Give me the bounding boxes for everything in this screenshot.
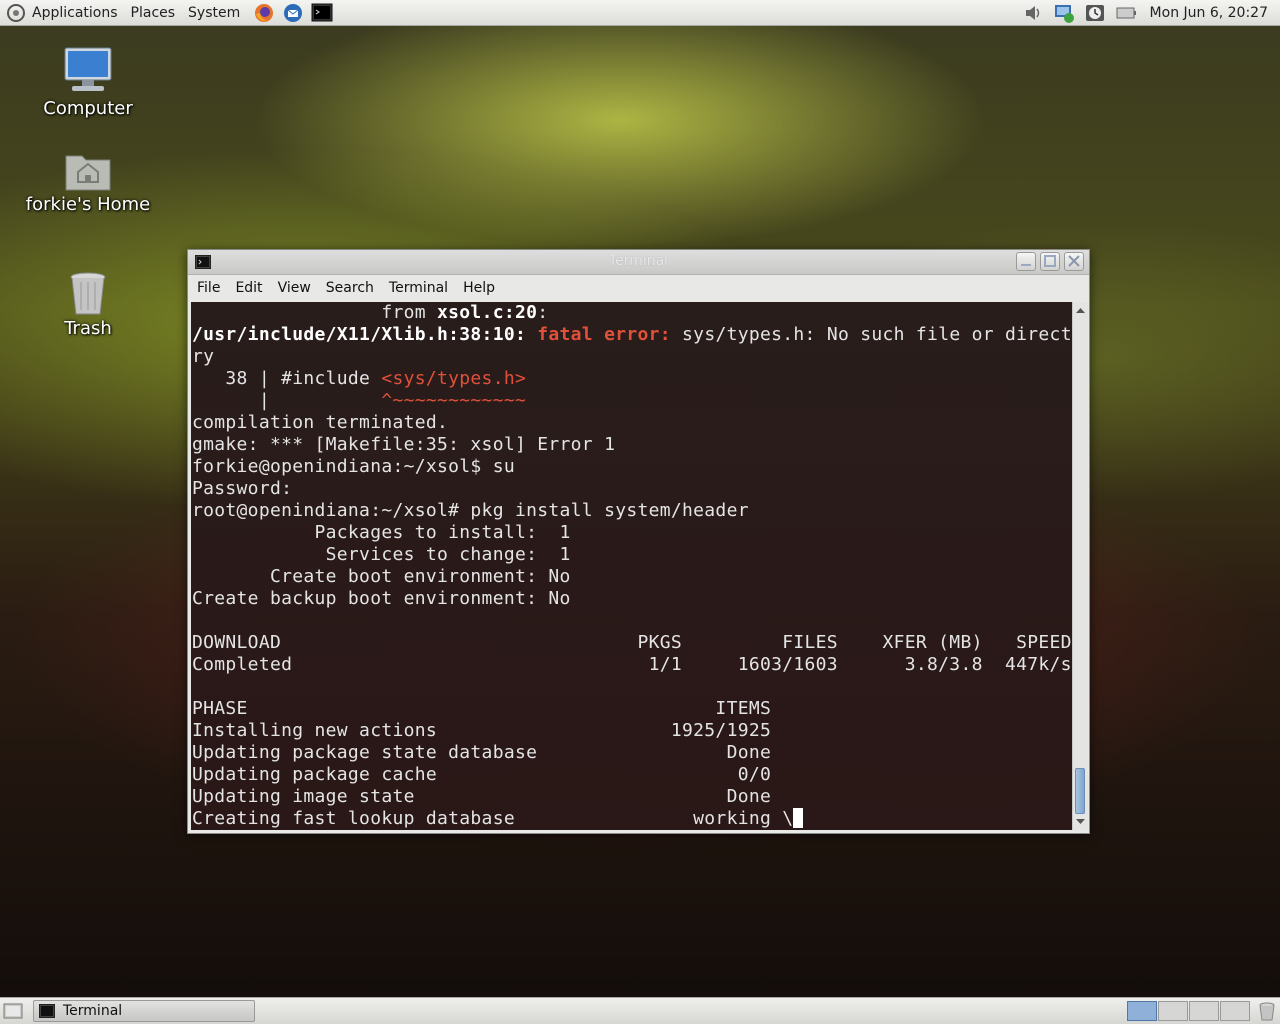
openindiana-logo-icon[interactable]: [6, 3, 26, 23]
workspace-4[interactable]: [1220, 1001, 1250, 1021]
terminal-line: PHASE ITEMS: [192, 698, 772, 719]
desktop-icon-home[interactable]: forkie's Home: [8, 150, 168, 215]
terminal-line: 38 | #include <sys/types.h>: [192, 368, 527, 389]
close-button[interactable]: [1064, 252, 1084, 271]
workspace-3[interactable]: [1189, 1001, 1219, 1021]
terminal-line: Updating package cache 0/0: [192, 764, 772, 785]
bottom-panel: Terminal: [0, 997, 1280, 1024]
minimize-button[interactable]: [1016, 252, 1036, 271]
taskbar-item-terminal[interactable]: Terminal: [33, 1000, 255, 1022]
terminal-line: Create boot environment: No: [192, 566, 571, 587]
taskbar-item-label: Terminal: [63, 1003, 123, 1019]
terminal-line: Creating fast lookup database working \: [192, 808, 804, 829]
window-titlebar[interactable]: Terminal: [188, 250, 1089, 275]
thunderbird-icon[interactable]: [282, 2, 304, 24]
clock[interactable]: Mon Jun 6, 20:27: [1150, 5, 1268, 21]
volume-icon[interactable]: [1022, 2, 1044, 24]
terminal-line: ry: [192, 346, 215, 367]
menu-terminal[interactable]: Terminal: [380, 280, 454, 296]
terminal-line: Updating package state database Done: [192, 742, 772, 763]
desktop-icon-label: Computer: [43, 98, 133, 119]
computer-icon: [64, 47, 112, 91]
system-menu[interactable]: System: [188, 5, 240, 21]
terminal-window[interactable]: Terminal File Edit View Search Terminal …: [187, 249, 1090, 834]
text-cursor: [793, 808, 804, 828]
terminal-line: Packages to install: 1: [192, 522, 571, 543]
desktop-icon-label: forkie's Home: [25, 194, 151, 215]
network-update-icon[interactable]: [1053, 2, 1075, 24]
top-panel: Applications Places System Mon Jun 6, 20…: [0, 0, 1280, 26]
battery-icon[interactable]: [1115, 2, 1137, 24]
terminal-output-area[interactable]: from xsol.c:20: /usr/include/X11/Xlib.h:…: [191, 302, 1072, 830]
maximize-icon: [1044, 255, 1056, 267]
menu-help[interactable]: Help: [454, 280, 501, 296]
terminal-launcher-icon[interactable]: [311, 2, 333, 24]
menu-search[interactable]: Search: [317, 280, 380, 296]
trash-icon: [70, 272, 106, 315]
close-icon: [1068, 255, 1080, 267]
window-title: Terminal: [608, 253, 669, 269]
show-desktop-icon[interactable]: [3, 1001, 23, 1021]
terminal-line: compilation terminated.: [192, 412, 449, 433]
terminal-line: | ^~~~~~~~~~~~~: [192, 390, 527, 411]
terminal-menubar: File Edit View Search Terminal Help: [188, 275, 1089, 301]
menu-view[interactable]: View: [269, 280, 317, 296]
terminal-line: Installing new actions 1925/1925: [192, 720, 772, 741]
maximize-button[interactable]: [1040, 252, 1060, 271]
menu-edit[interactable]: Edit: [226, 280, 268, 296]
scroll-down-arrow-icon[interactable]: [1073, 814, 1088, 828]
firefox-icon[interactable]: [253, 2, 275, 24]
desktop-icon-trash[interactable]: Trash: [8, 270, 168, 339]
scroll-up-arrow-icon[interactable]: [1073, 304, 1088, 318]
terminal-line: Create backup boot environment: No: [192, 588, 571, 609]
terminal-text: from xsol.c:20: /usr/include/X11/Xlib.h:…: [191, 302, 1072, 830]
desktop-icon-computer[interactable]: Computer: [8, 46, 168, 119]
minimize-icon: [1021, 264, 1031, 266]
places-menu[interactable]: Places: [131, 5, 176, 21]
terminal-line: forkie@openindiana:~/xsol$ su: [192, 456, 515, 477]
terminal-scrollbar[interactable]: [1072, 302, 1088, 830]
terminal-line: root@openindiana:~/xsol# pkg install sys…: [192, 500, 749, 521]
desktop-icon-label: Trash: [64, 318, 112, 339]
menu-file[interactable]: File: [188, 280, 226, 296]
terminal-task-icon: [39, 1004, 55, 1018]
applications-menu[interactable]: Applications: [32, 5, 118, 21]
terminal-line: Completed 1/1 1603/1603 3.8/3.8 447k/s: [192, 654, 1072, 675]
time-slider-icon[interactable]: [1084, 2, 1106, 24]
terminal-line: DOWNLOAD PKGS FILES XFER (MB) SPEED: [192, 632, 1072, 653]
terminal-line: Services to change: 1: [192, 544, 571, 565]
terminal-line: from xsol.c:20:: [192, 302, 549, 323]
workspace-2[interactable]: [1158, 1001, 1188, 1021]
terminal-line: Updating image state Done: [192, 786, 772, 807]
scrollbar-thumb[interactable]: [1075, 768, 1085, 814]
terminal-line: /usr/include/X11/Xlib.h:38:10: fatal err…: [192, 324, 1072, 345]
terminal-line: gmake: *** [Makefile:35: xsol] Error 1: [192, 434, 616, 455]
system-tray: Mon Jun 6, 20:27: [1022, 0, 1280, 26]
terminal-line: Password:: [192, 478, 293, 499]
workspace-1[interactable]: [1127, 1001, 1157, 1021]
home-folder-icon: [65, 155, 111, 191]
trash-applet-icon[interactable]: [1257, 1001, 1277, 1021]
